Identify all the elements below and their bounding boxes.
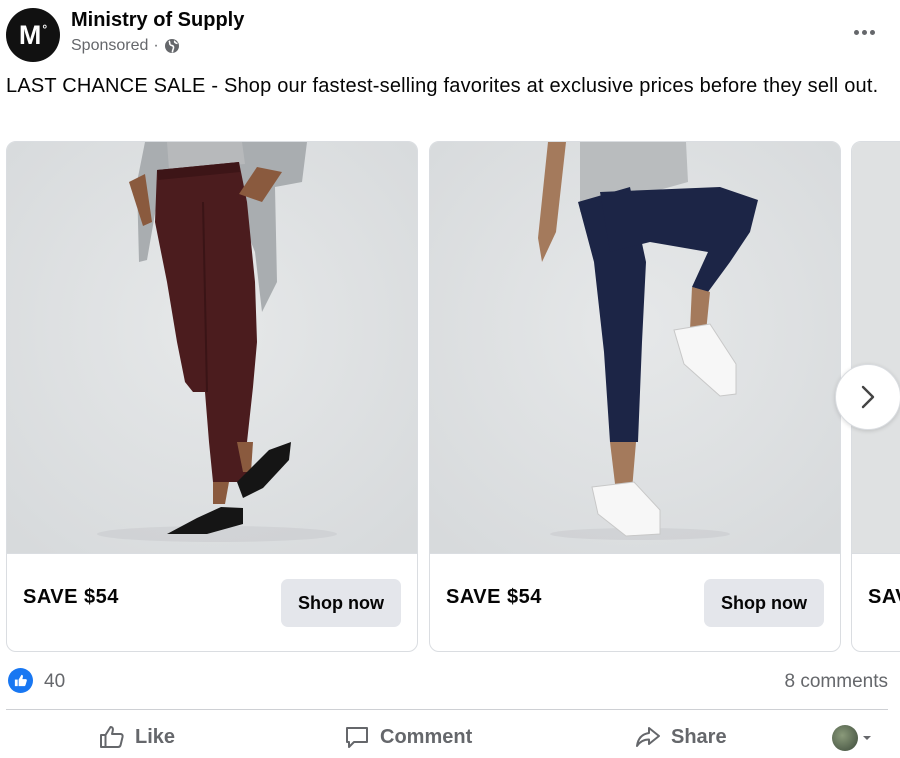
like-count[interactable]: 40	[44, 671, 65, 693]
page-avatar[interactable]: M °	[6, 8, 60, 62]
post-header: M ° Ministry of Supply Sponsored ·	[0, 0, 900, 62]
user-avatar	[832, 725, 858, 751]
dot-icon	[869, 29, 875, 35]
comment-icon	[346, 727, 368, 748]
dot-icon	[853, 29, 859, 35]
page-name-link[interactable]: Ministry of Supply	[71, 9, 244, 32]
avatar-mark: °	[42, 22, 48, 36]
post-body-text: LAST CHANCE SALE - Shop our fastest-sell…	[6, 75, 879, 97]
shop-now-button[interactable]: Shop now	[704, 579, 824, 627]
comment-label: Comment	[380, 725, 473, 748]
card-footer: SAVE $54 Shop now	[430, 553, 840, 651]
ad-carousel: SAVE $54 Shop now SAVE $54 Shop now SA	[0, 141, 900, 653]
card-headline: SAVE $54	[446, 586, 542, 608]
thumbs-up-icon	[14, 674, 27, 687]
avatar-letter: M	[18, 19, 42, 50]
chevron-right-icon	[861, 385, 875, 409]
card-headline: SAV	[868, 586, 900, 608]
sponsored-label[interactable]: Sponsored	[71, 37, 148, 55]
comments-count[interactable]: 8 comments	[785, 671, 888, 693]
comment-button[interactable]: Comment	[344, 716, 472, 758]
card-footer: SAVE $54 Shop now	[7, 553, 417, 651]
like-button[interactable]: Like	[99, 716, 175, 758]
dot-icon	[861, 29, 867, 35]
like-reaction-icon[interactable]	[8, 668, 33, 693]
product-image[interactable]	[430, 142, 840, 553]
reactions-bar: 40 8 comments	[0, 666, 900, 698]
reaction-audience-selector[interactable]	[832, 725, 872, 751]
globe-icon[interactable]	[164, 38, 180, 54]
share-icon	[636, 727, 660, 747]
product-photo-navy-pants	[430, 142, 840, 553]
carousel-card[interactable]: SAVE $54 Shop now	[6, 141, 418, 652]
product-image[interactable]	[852, 142, 900, 553]
like-label: Like	[135, 725, 176, 748]
share-label: Share	[671, 725, 727, 748]
more-options-button[interactable]	[850, 18, 878, 46]
post-actions: Like Comment Share	[0, 716, 900, 758]
caret-down-icon	[863, 736, 871, 740]
meta-separator: ·	[153, 37, 159, 54]
product-image[interactable]	[7, 142, 417, 553]
product-photo-burgundy-pants	[7, 142, 417, 553]
post-meta: Sponsored ·	[71, 37, 180, 55]
carousel-next-button[interactable]	[835, 364, 900, 430]
card-footer: SAV	[852, 553, 900, 651]
card-headline: SAVE $54	[23, 586, 119, 608]
thumbs-up-icon	[100, 726, 124, 748]
share-button[interactable]: Share	[635, 716, 727, 758]
carousel-card[interactable]: SAVE $54 Shop now	[429, 141, 841, 652]
divider	[6, 709, 888, 710]
shop-now-button[interactable]: Shop now	[281, 579, 401, 627]
